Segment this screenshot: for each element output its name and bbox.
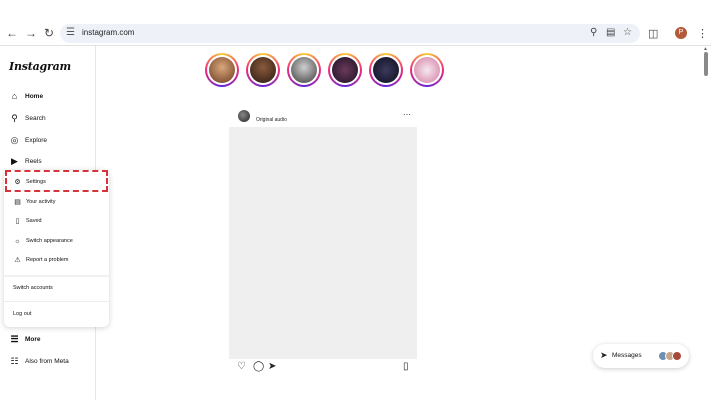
messages-button[interactable]: ➤ Messages <box>593 344 689 368</box>
story-avatar[interactable] <box>410 53 444 87</box>
sidebar-item-label: Reels <box>25 157 42 165</box>
install-app-icon[interactable]: ▤ <box>606 27 615 38</box>
sun-icon: ☼ <box>14 237 21 245</box>
send-icon: ➤ <box>600 350 608 360</box>
messages-label: Messages <box>612 352 642 359</box>
kebab-menu-icon[interactable]: ⋮ <box>697 27 708 40</box>
home-icon: ⌂ <box>11 91 18 101</box>
activity-icon: ▤ <box>14 199 21 206</box>
bookmark-star-icon[interactable]: ☆ <box>623 27 632 38</box>
sidebar-item-label: More <box>25 335 41 343</box>
story-avatar[interactable] <box>369 53 403 87</box>
forward-icon[interactable]: → <box>24 26 38 40</box>
menu-item-label: Report a problem <box>26 257 69 263</box>
compass-icon: ◎ <box>10 134 19 145</box>
bookmark-icon: ▯ <box>15 218 20 225</box>
menu-item-label: Log out <box>13 311 32 317</box>
settings-highlight-box <box>5 170 108 192</box>
menu-icon: ☰ <box>10 333 19 344</box>
story-avatar[interactable] <box>205 53 239 87</box>
menu-item-label: Switch accounts <box>13 285 53 291</box>
menu-item-label: Your activity <box>26 199 56 205</box>
menu-item-saved[interactable]: ▯ Saved <box>13 215 42 227</box>
post-avatar[interactable] <box>238 110 250 122</box>
sidebar-item-search[interactable]: ⚲ Search <box>9 111 46 125</box>
story-avatar[interactable] <box>246 53 280 87</box>
menu-item-label: Saved <box>26 218 42 224</box>
sidebar-item-label: Explore <box>25 136 48 144</box>
post-audio-label[interactable]: Original audio <box>256 117 287 123</box>
menu-item-report-a-problem[interactable]: ⚠ Report a problem <box>13 254 69 266</box>
search-icon: ⚲ <box>11 112 18 123</box>
menu-item-switch-accounts[interactable]: Switch accounts <box>13 282 53 294</box>
extensions-icon[interactable]: ◫ <box>648 27 658 40</box>
scrollbar-thumb[interactable] <box>704 52 708 76</box>
site-info-icon[interactable]: ☰ <box>66 27 75 38</box>
address-bar[interactable]: ☰ instagram.com ⚲ ▤ ☆ <box>60 24 640 43</box>
comment-icon[interactable]: ◯ <box>253 361 264 372</box>
reload-icon[interactable]: ↻ <box>42 26 56 40</box>
menu-item-switch-appearance[interactable]: ☼ Switch appearance <box>13 235 73 247</box>
report-icon: ⚠ <box>14 257 21 264</box>
menu-item-log-out[interactable]: Log out <box>13 308 31 320</box>
sidebar-item-also-from-meta[interactable]: ☷ Also from Meta <box>9 354 69 368</box>
sidebar-item-label: Also from Meta <box>25 357 69 365</box>
message-avatar <box>672 351 682 361</box>
url-text: instagram.com <box>82 28 135 37</box>
like-icon[interactable]: ♡ <box>237 361 246 372</box>
save-bookmark-icon[interactable]: ▯ <box>403 361 409 372</box>
meta-icon: ☷ <box>10 355 19 366</box>
profile-avatar[interactable]: P <box>675 27 687 39</box>
sidebar-item-explore[interactable]: ◎ Explore <box>9 133 47 147</box>
back-icon[interactable]: ← <box>5 26 19 40</box>
more-menu: ⚙ Settings ▤ Your activity ▯ Saved ☼ Swi… <box>4 170 109 327</box>
instagram-logo[interactable]: Instagram <box>9 60 71 73</box>
zoom-icon[interactable]: ⚲ <box>590 27 597 38</box>
menu-divider <box>4 301 109 302</box>
story-avatar[interactable] <box>287 53 321 87</box>
sidebar-item-home[interactable]: ⌂ Home <box>9 89 43 103</box>
sidebar-item-reels[interactable]: ▶ Reels <box>9 154 42 168</box>
story-avatar[interactable] <box>328 53 362 87</box>
menu-divider <box>4 275 109 277</box>
sidebar-item-label: Search <box>25 114 46 122</box>
post-media[interactable] <box>229 127 417 359</box>
more-options-icon[interactable]: ⋯ <box>403 110 411 119</box>
sidebar-item-more[interactable]: ☰ More <box>9 332 41 346</box>
reels-icon: ▶ <box>11 155 18 166</box>
menu-item-your-activity[interactable]: ▤ Your activity <box>13 196 55 208</box>
share-icon[interactable]: ➤ <box>268 361 276 372</box>
sidebar-item-label: Home <box>25 92 44 100</box>
menu-item-label: Switch appearance <box>26 238 73 244</box>
browser-toolbar: ← → ↻ ☰ instagram.com ⚲ ▤ ☆ ◫ P ⋮ <box>0 0 711 46</box>
